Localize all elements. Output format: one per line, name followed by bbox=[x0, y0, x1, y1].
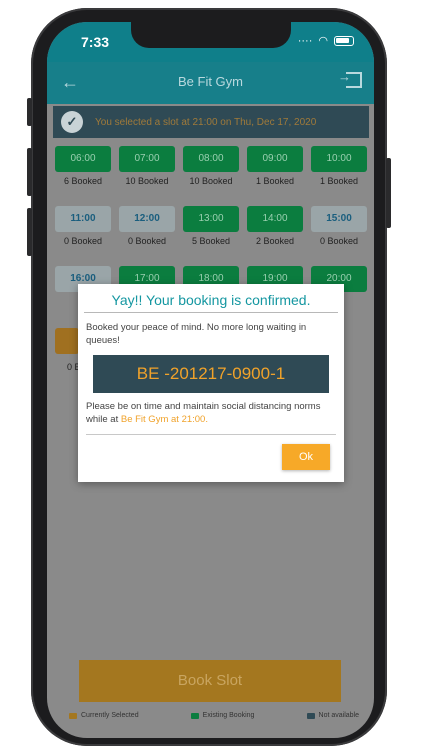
dialog-note-highlight: Be Fit Gym at 21:00. bbox=[120, 414, 208, 425]
legend-label: Currently Selected bbox=[81, 712, 139, 719]
slot-button[interactable]: 15:00 bbox=[311, 206, 367, 232]
legend-swatch-current bbox=[69, 712, 77, 719]
dialog-body: Booked your peace of mind. No more long … bbox=[86, 322, 307, 346]
booked-count: 0 Booked bbox=[127, 236, 167, 246]
volume-up-button bbox=[27, 148, 32, 196]
signal-icon: ···· bbox=[297, 34, 313, 47]
slot-button[interactable]: 13:00 bbox=[183, 206, 239, 232]
silent-switch bbox=[27, 98, 32, 126]
slot-button[interactable]: 10:00 bbox=[311, 146, 367, 172]
dialog-title: Yay!! Your booking is confirmed. bbox=[111, 292, 311, 308]
booked-count: 10 Booked bbox=[125, 176, 169, 186]
slot-row: 11:00 0 Booked 12:00 0 Booked 13:00 5 Bo… bbox=[55, 206, 367, 246]
slot-button[interactable]: 14:00 bbox=[247, 206, 303, 232]
booked-count: 6 Booked bbox=[63, 176, 103, 186]
battery-icon bbox=[334, 35, 354, 46]
slot-button[interactable]: 08:00 bbox=[183, 146, 239, 172]
slot-button[interactable]: 12:00 bbox=[119, 206, 175, 232]
legend-current: Currently Selected bbox=[69, 712, 139, 719]
legend-swatch-not-available bbox=[306, 712, 315, 719]
legend-not-available: Not available bbox=[306, 712, 359, 719]
app-title: Be Fit Gym bbox=[177, 74, 243, 89]
booked-count: 2 Booked bbox=[255, 236, 295, 246]
legend-label: Existing Booking bbox=[202, 712, 255, 719]
power-button bbox=[386, 158, 391, 228]
slot-button[interactable]: 07:00 bbox=[119, 146, 175, 172]
slot-cell: 11:00 0 Booked bbox=[55, 206, 111, 246]
notch bbox=[131, 22, 291, 48]
app-bar: ← Be Fit Gym bbox=[47, 62, 374, 104]
slot-cell: 06:00 6 Booked bbox=[55, 146, 111, 186]
slot-button[interactable]: 09:00 bbox=[247, 146, 303, 172]
legend-existing: Existing Booking bbox=[190, 712, 255, 719]
selected-slot-text: You selected a slot at 21:00 on Thu, Dec… bbox=[95, 116, 317, 128]
status-time: 7:33 bbox=[81, 34, 110, 50]
booked-count: 0 Booked bbox=[63, 236, 103, 246]
check-circle-icon: ✓ bbox=[61, 111, 83, 133]
confirmation-dialog: Yay!! Your booking is confirmed. Booked … bbox=[78, 284, 344, 482]
selected-slot-button[interactable] bbox=[55, 328, 79, 354]
slot-cell: 09:00 1 Booked bbox=[247, 146, 303, 186]
booking-code: BE -201217-0900-1 bbox=[93, 355, 329, 393]
booked-count: 1 Booked bbox=[255, 176, 295, 186]
legend-swatch-existing bbox=[190, 712, 199, 719]
dialog-divider bbox=[84, 312, 338, 313]
slot-row: 06:00 6 Booked 07:00 10 Booked 08:00 10 … bbox=[55, 146, 367, 186]
slot-cell: 08:00 10 Booked bbox=[183, 146, 239, 186]
booked-count: 5 Booked bbox=[191, 236, 231, 246]
slot-cell: 07:00 10 Booked bbox=[119, 146, 175, 186]
legend: Currently Selected Existing Booking Not … bbox=[69, 712, 359, 719]
booked-count: 1 Booked bbox=[319, 176, 359, 186]
booked-count: 0 Booked bbox=[319, 236, 359, 246]
slot-cell: 10:00 1 Booked bbox=[311, 146, 367, 186]
selected-slot-banner: ✓ You selected a slot at 21:00 on Thu, D… bbox=[53, 106, 369, 138]
dialog-divider bbox=[86, 434, 336, 435]
status-icons: ···· ◠ bbox=[298, 34, 354, 47]
slot-cell: 15:00 0 Booked bbox=[311, 206, 367, 246]
slot-button[interactable]: 06:00 bbox=[55, 146, 111, 172]
slot-cell: 14:00 2 Booked bbox=[247, 206, 303, 246]
volume-down-button bbox=[27, 208, 32, 256]
legend-label: Not available bbox=[318, 712, 359, 719]
slot-cell: 12:00 0 Booked bbox=[119, 206, 175, 246]
slot-button[interactable]: 11:00 bbox=[55, 206, 111, 232]
wifi-icon: ◠ bbox=[318, 35, 328, 47]
ok-button[interactable]: Ok bbox=[282, 444, 330, 470]
exit-icon[interactable] bbox=[338, 69, 362, 88]
dialog-note: Please be on time and maintain social di… bbox=[86, 400, 336, 426]
slot-cell: 13:00 5 Booked bbox=[183, 206, 239, 246]
book-slot-button[interactable]: Book Slot bbox=[79, 660, 341, 702]
booked-count: 10 Booked bbox=[189, 176, 233, 186]
phone-screen: 7:33 ···· ◠ ← Be Fit Gym ✓ You selected … bbox=[47, 22, 374, 738]
